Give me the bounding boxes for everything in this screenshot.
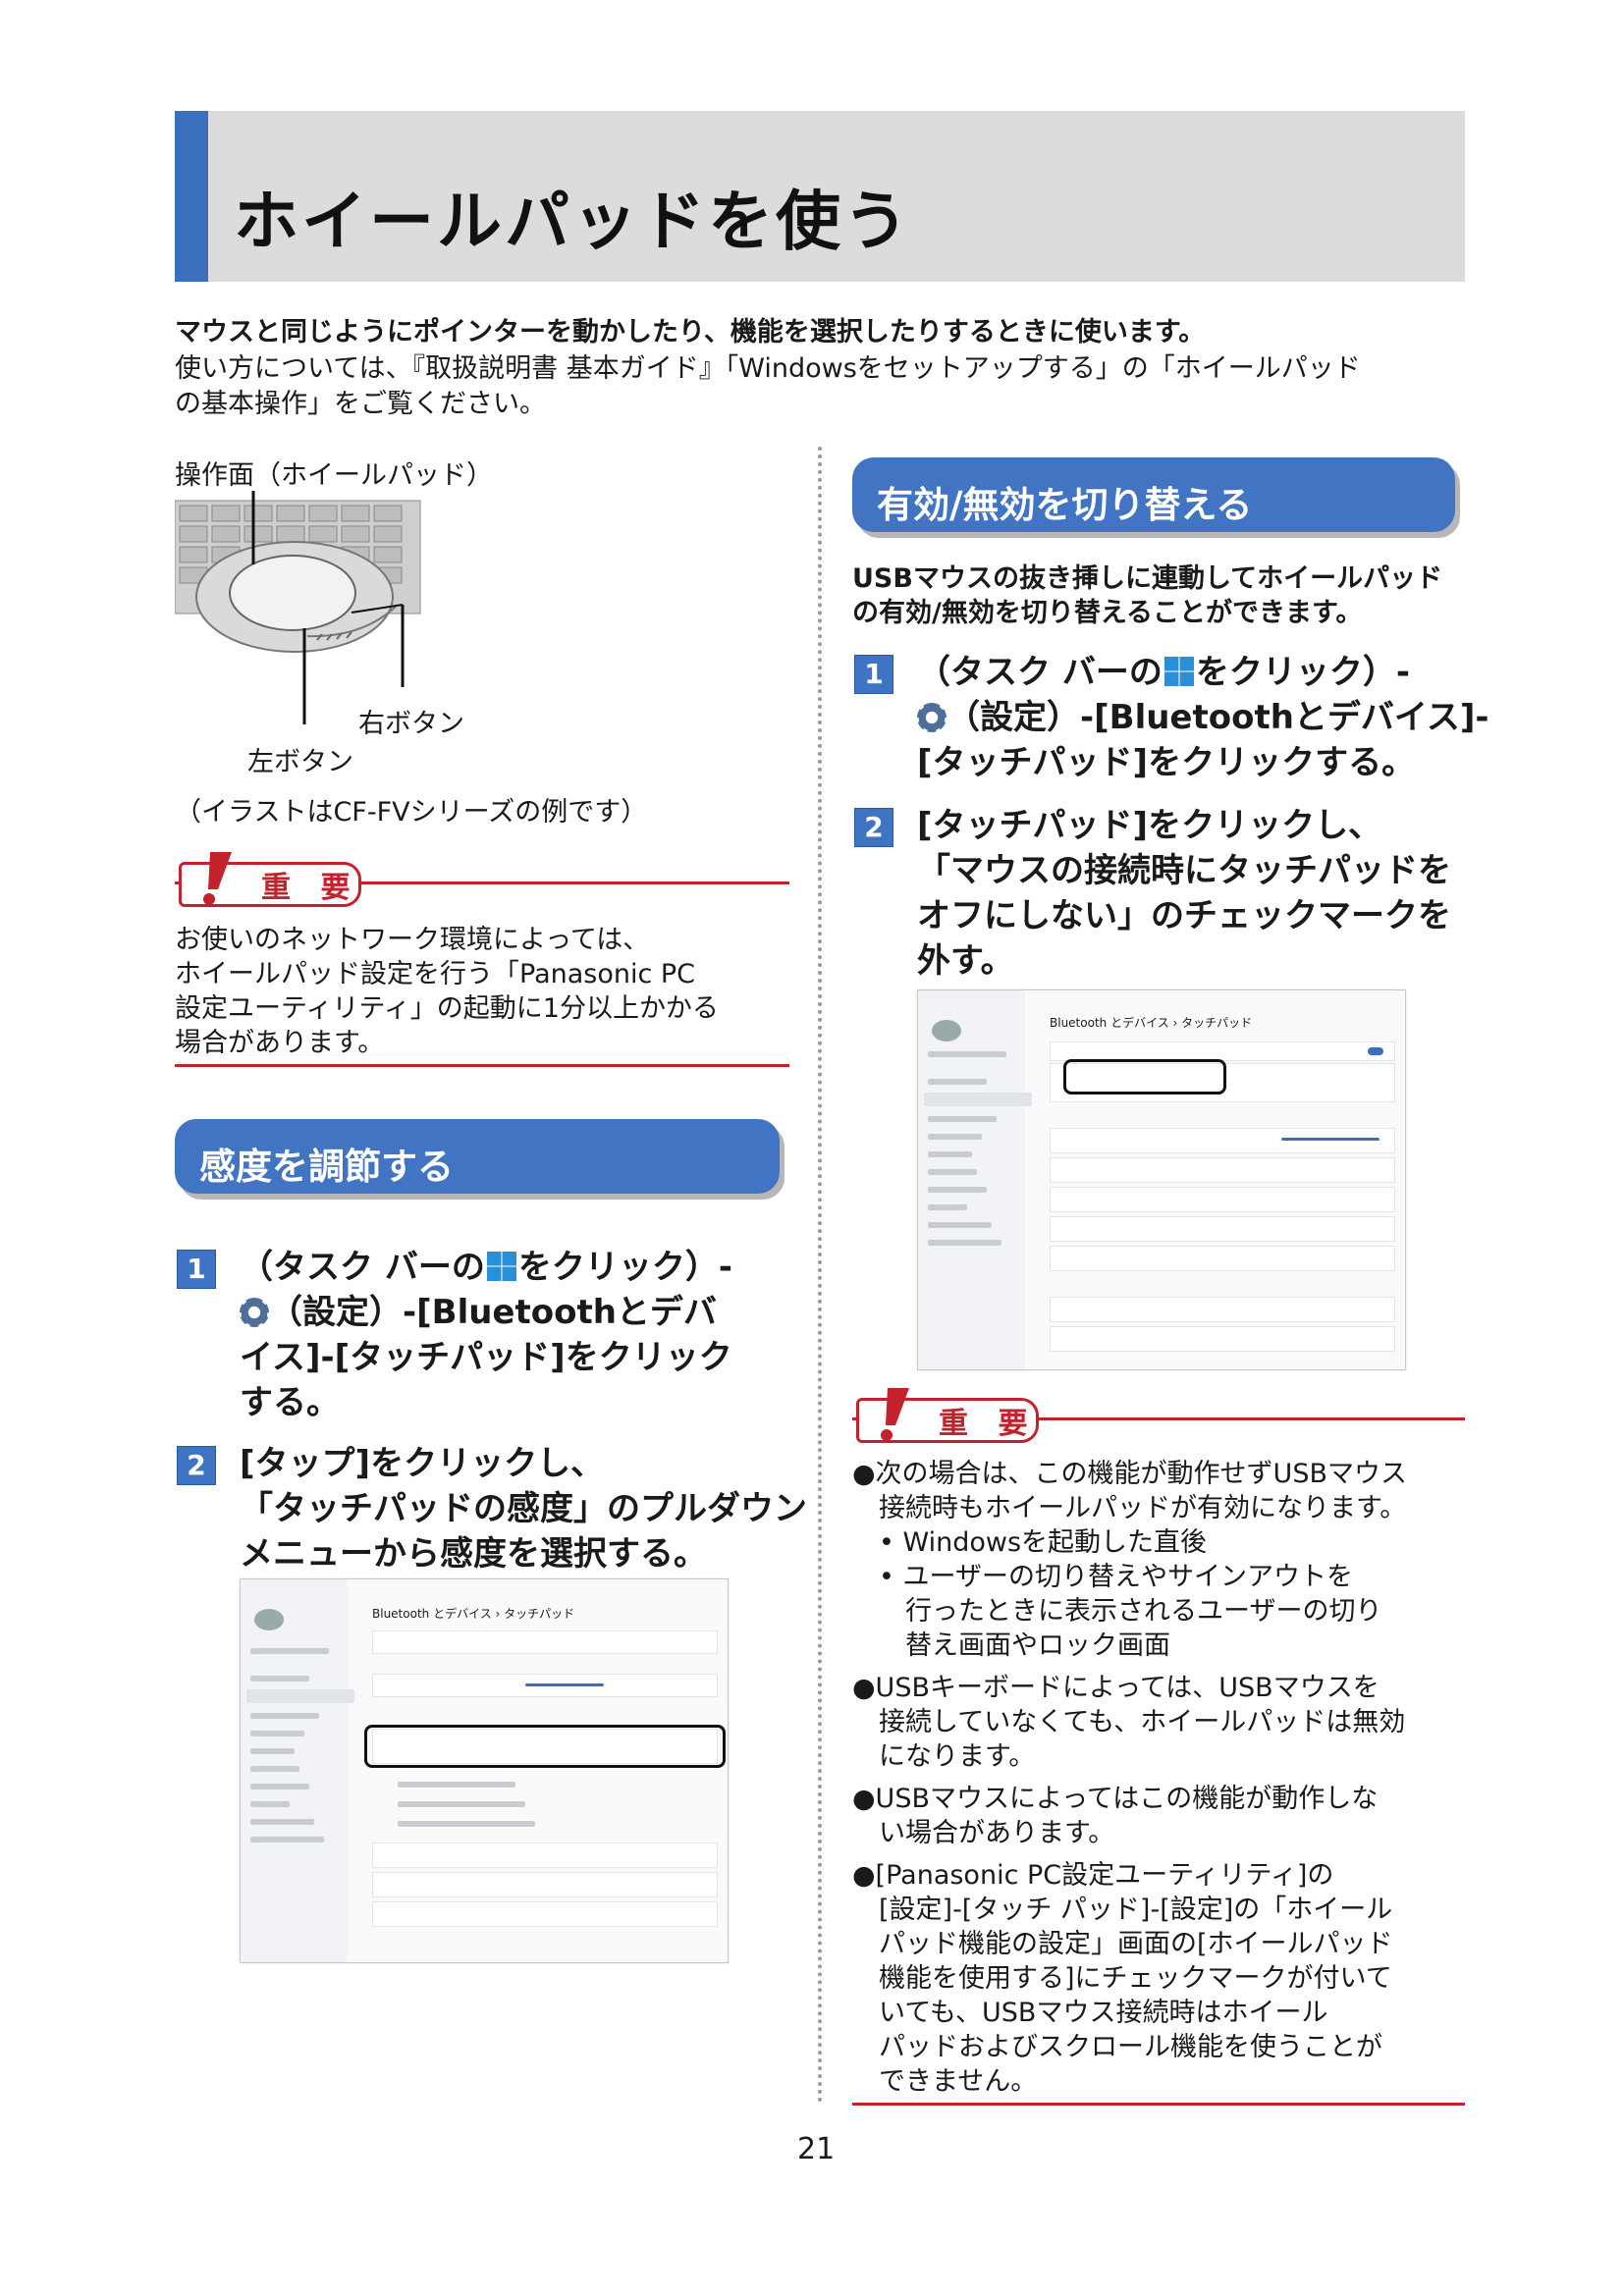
bullet-line: いても、USBマウス接続時はホイール (852, 1998, 1328, 2028)
illustration-caption: （イラストはCF-FVシリーズの例です） (175, 797, 648, 828)
highlight-mouse-checkbox (1063, 1059, 1226, 1095)
step-text: メニューから感度を選択する。 (240, 1534, 707, 1574)
windows-start-icon (486, 1252, 516, 1281)
bullet-line: • ユーザーの切り替えやサインアウトを (852, 1562, 1353, 1592)
page-title: ホイールパッドを使う (234, 184, 911, 259)
important-left-line: 場合があります。 (175, 1028, 385, 1058)
right-button-label: 右ボタン (358, 709, 464, 739)
column-divider (818, 447, 822, 2104)
step-number: 1 (177, 1250, 216, 1289)
description-line: USBマウスの抜き挿しに連動してホイールパッド (852, 563, 1443, 594)
bullet-line: パッド機能の設定」画面の[ホイールパッド (852, 1929, 1393, 1959)
step-text: イス]-[タッチパッド]をクリック (240, 1338, 732, 1377)
step-number: 1 (854, 655, 893, 694)
screenshot-breadcrumb: Bluetooth とデバイス › タッチパッド (372, 1607, 575, 1621)
step-text: 「タッチパッドの感度」のプルダウン (240, 1489, 807, 1528)
intro-lead: マウスと同じようにポインターを動かしたり、機能を選択したりするときに使います。 (175, 317, 1206, 347)
section-title-sensitivity: 感度を調節する (199, 1146, 454, 1188)
intro-line-1: 使い方については、『取扱説明書 基本ガイド』「Windowsをセットアップする」… (175, 353, 1361, 384)
step-2-toggle: [タッチパッド]をクリックし、 「マウスの接続時にタッチパッドを オフにしない」… (917, 803, 1451, 984)
important-rule-bottom (175, 1064, 789, 1067)
step-number: 2 (854, 808, 893, 847)
screenshot-breadcrumb: Bluetooth とデバイス › タッチパッド (1050, 1016, 1253, 1030)
step-text: [タッチパッド]をクリックする。 (917, 743, 1416, 782)
settings-screenshot-tap: Bluetooth とデバイス › タッチパッド (240, 1578, 729, 1963)
step-2-sensitivity: [タップ]をクリックし、 「タッチパッドの感度」のプルダウン メニューから感度を… (240, 1441, 807, 1576)
important-right-text: ●次の場合は、この機能が動作せずUSBマウス 接続時もホイールパッドが有効になり… (852, 1457, 1407, 2099)
screenshot-sidebar (241, 1579, 354, 1962)
bullet-line: 接続していなくても、ホイールパッドは無効 (852, 1707, 1406, 1737)
bullet-line: ●[Panasonic PC設定ユーティリティ]の (852, 1860, 1334, 1891)
step-text: をクリック）- (517, 1248, 732, 1287)
bullet-line: できません。 (852, 2066, 1038, 2097)
step-text: （タスク バーの (240, 1248, 485, 1287)
step-1-toggle: （タスク バーの をクリック）- （設定）-[Bluetoothとデバイス]- [… (917, 650, 1489, 785)
gear-icon (917, 703, 947, 732)
bullet-line: ●USBマウスによってはこの機能が動作しな (852, 1784, 1379, 1814)
screenshot-sidebar (918, 990, 1032, 1369)
bullet-line: [設定]-[タッチ パッド]-[設定]の「ホイール (852, 1895, 1393, 1925)
description-line: の有効/無効を切り替えることができます。 (852, 598, 1363, 628)
step-text: （設定）-[Bluetoothとデバイス]- (947, 698, 1489, 737)
step-text: [タップ]をクリックし、 (240, 1444, 605, 1483)
bullet-line: ●USBキーボードによっては、USBマウスを (852, 1673, 1380, 1703)
important-left-line: ホイールパッド設定を行う「Panasonic PC (175, 959, 696, 989)
step-text: （タスク バーの (917, 653, 1163, 692)
title-accent-bar (175, 111, 208, 282)
bullet-line: • Windowsを起動した直後 (852, 1527, 1208, 1558)
exclamation-icon (203, 852, 232, 905)
important-label: 重 要 (261, 871, 360, 905)
step-number: 2 (177, 1446, 216, 1485)
bullet-line: い場合があります。 (852, 1818, 1115, 1848)
bullet-line: 接続時もホイールパッドが有効になります。 (852, 1493, 1407, 1523)
page-number: 21 (797, 2132, 836, 2166)
bullet-line: になります。 (852, 1741, 1036, 1772)
important-label: 重 要 (939, 1407, 1038, 1441)
step-text: オフにしない」のチェックマークを (917, 896, 1451, 935)
bullet-line: 替え画面やロック画面 (852, 1630, 1170, 1661)
highlight-sensitivity-dropdown (364, 1725, 726, 1768)
step-text: （設定）-[Bluetoothとデバ (269, 1293, 717, 1332)
toggle-description: USBマウスの抜き挿しに連動してホイールパッド の有効/無効を切り替えることがで… (852, 561, 1442, 630)
step-text: [タッチパッド]をクリックし、 (917, 806, 1382, 845)
important-rule-bottom (852, 2103, 1465, 2106)
step-1-sensitivity: （タスク バーの をクリック）- （設定）-[Bluetoothとデバ イス]-[… (240, 1245, 732, 1425)
intro-line-2: の基本操作」をご覧ください。 (175, 389, 546, 419)
step-text: 外す。 (917, 941, 1014, 981)
bullet-line: ●次の場合は、この機能が動作せずUSBマウス (852, 1459, 1407, 1489)
important-left-line: 設定ユーティリティ」の起動に1分以上かかる (175, 993, 719, 1024)
bullet-line: パッドおよびスクロール機能を使うことが (852, 2032, 1382, 2062)
windows-start-icon (1163, 657, 1194, 686)
left-button-label: 左ボタン (247, 747, 353, 777)
important-left-text: お使いのネットワーク環境によっては、 ホイールパッド設定を行う「Panasoni… (175, 923, 719, 1060)
bullet-line: 行ったときに表示されるユーザーの切り (852, 1596, 1382, 1627)
step-text: する。 (240, 1383, 340, 1422)
important-left-line: お使いのネットワーク環境によっては、 (175, 925, 650, 955)
bullet-line: 機能を使用する]にチェックマークが付いて (852, 1963, 1392, 1994)
section-title-toggle: 有効/無効を切り替える (877, 484, 1253, 526)
exclamation-icon (881, 1388, 909, 1441)
illustration-label: 操作面（ホイールパッド） (175, 460, 493, 491)
settings-screenshot-touchpad: Bluetooth とデバイス › タッチパッド (917, 989, 1406, 1370)
step-text: をクリック）- (1195, 653, 1410, 692)
step-text: 「マウスの接続時にタッチパッドを (917, 851, 1451, 890)
gear-icon (240, 1298, 269, 1327)
